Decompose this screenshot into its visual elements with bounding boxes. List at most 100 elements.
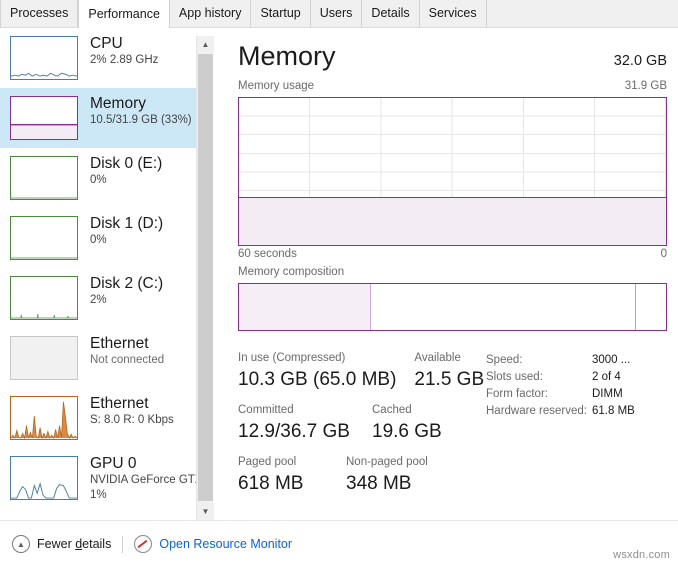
sidebar-item-disk0[interactable]: Disk 0 (E:) 0% (0, 148, 196, 208)
stat-cached-value: 19.6 GB (372, 421, 442, 442)
stat-non-paged-pool: Non-paged pool 348 MB (346, 454, 428, 497)
tab-users[interactable]: Users (310, 0, 363, 27)
disk1-sparkline-icon (10, 216, 78, 260)
sidebar-title-cpu: CPU (90, 35, 123, 52)
tab-processes[interactable]: Processes (0, 0, 79, 27)
stat-available-value: 21.5 GB (414, 369, 485, 390)
memory-usage-header: Memory usage 31.9 GB (238, 80, 667, 92)
footer-bar: ▲ Fewer details Open Resource Monitor ws… (0, 520, 678, 567)
open-resource-monitor-button[interactable]: Open Resource Monitor (134, 535, 292, 553)
tab-bar: Processes Performance App history Startu… (0, 0, 678, 28)
resource-monitor-icon (134, 535, 153, 553)
stat-committed: Committed 12.9/36.7 GB (238, 402, 354, 445)
stat-hardware-reserved-label: Hardware reserved: (486, 405, 587, 417)
stat-in-use-value: 10.3 GB (65.0 MB) (238, 369, 397, 390)
stat-form-factor: Form factor: DIMM (486, 386, 676, 403)
stat-in-use-label: In use (Compressed) (238, 352, 346, 364)
stat-speed: Speed: 3000 ... (486, 352, 676, 369)
page-title: Memory (238, 41, 336, 71)
sidebar-item-cpu[interactable]: CPU 2% 2.89 GHz (0, 28, 196, 88)
fewer-details-label: Fewer details (37, 537, 111, 551)
disk0-sparkline-icon (10, 156, 78, 200)
stats-row-1: In use (Compressed) 10.3 GB (65.0 MB) Av… (238, 350, 494, 393)
resource-sidebar[interactable]: CPU 2% 2.89 GHz Memory 10.5/31.9 GB (33%… (0, 28, 196, 520)
stat-committed-label: Committed (238, 404, 294, 416)
stat-slots-used-value: 2 of 4 (592, 371, 621, 383)
sidebar-title-gpu0: GPU 0 (90, 455, 137, 472)
sidebar-sub-gpu0-model: NVIDIA GeForce GTX (90, 474, 196, 486)
graph-axis-labels: 60 seconds 0 (238, 248, 667, 260)
cpu-sparkline-icon (10, 36, 78, 80)
composition-segment-in-use[interactable] (239, 284, 372, 330)
sidebar-sub-gpu0-usage: 1% (90, 489, 107, 501)
memory-header: Memory 32.0 GB (238, 40, 667, 72)
memory-usage-label: Memory usage (238, 80, 315, 92)
ethernet-disconnected-icon (10, 336, 78, 380)
stat-paged-pool-value: 618 MB (238, 473, 304, 494)
tab-app-history[interactable]: App history (169, 0, 252, 27)
tab-startup[interactable]: Startup (251, 0, 311, 27)
sidebar-scrollbar[interactable]: ▲ ▼ (196, 36, 214, 520)
sidebar-item-ethernet-disconnected[interactable]: Ethernet Not connected (0, 328, 196, 388)
memory-detail-pane: Memory 32.0 GB Memory usage 31.9 GB 60 s… (214, 28, 678, 520)
scrollbar-thumb[interactable] (198, 54, 213, 501)
sidebar-item-disk1[interactable]: Disk 1 (D:) 0% (0, 208, 196, 268)
sidebar-text-ethernet-disconnected: Ethernet Not connected (90, 332, 164, 368)
tab-services[interactable]: Services (419, 0, 487, 27)
tab-performance[interactable]: Performance (78, 0, 170, 28)
sidebar-sub-disk2: 2% (90, 294, 107, 306)
sidebar-text-disk0: Disk 0 (E:) 0% (90, 152, 162, 188)
sidebar-sub-disk0: 0% (90, 174, 107, 186)
stat-slots-used-label: Slots used: (486, 371, 543, 383)
stat-non-paged-pool-label: Non-paged pool (346, 456, 428, 468)
open-resource-monitor-label[interactable]: Open Resource Monitor (159, 537, 292, 551)
sidebar-item-ethernet[interactable]: Ethernet S: 8.0 R: 0 Kbps (0, 388, 196, 448)
stat-paged-pool: Paged pool 618 MB (238, 454, 328, 497)
memory-usage-graph[interactable] (238, 97, 667, 246)
total-memory-label: 32.0 GB (613, 53, 667, 69)
memory-usage-max: 31.9 GB (624, 80, 667, 92)
sidebar-title-disk2: Disk 2 (C:) (90, 275, 164, 292)
stat-slots-used: Slots used: 2 of 4 (486, 369, 676, 386)
tab-details[interactable]: Details (362, 0, 420, 27)
sidebar-sub-memory: 10.5/31.9 GB (33%) (90, 114, 192, 126)
sidebar-sub-ethernet: S: 8.0 R: 0 Kbps (90, 414, 174, 426)
watermark: wsxdn.com (613, 549, 670, 561)
sidebar-sub-ethernet-disconnected: Not connected (90, 354, 165, 366)
memory-sparkline-icon (10, 96, 78, 140)
gpu-sparkline-icon (10, 456, 78, 500)
axis-label-right: 0 (660, 248, 667, 260)
sidebar-title-ethernet: Ethernet (90, 395, 149, 412)
fewer-details-post: etails (82, 537, 112, 551)
stat-form-factor-value: DIMM (592, 388, 623, 400)
scroll-up-arrow-icon[interactable]: ▲ (197, 36, 214, 53)
sidebar-item-memory[interactable]: Memory 10.5/31.9 GB (33%) (0, 88, 196, 148)
footer-divider (122, 535, 124, 553)
sidebar-item-disk2[interactable]: Disk 2 (C:) 2% (0, 268, 196, 328)
stat-cached: Cached 19.6 GB (372, 402, 442, 445)
stats-gap-1 (238, 393, 494, 402)
stats-gap-2 (238, 445, 494, 454)
graph-usage-area (239, 196, 666, 245)
memory-composition-label: Memory composition (238, 266, 345, 278)
sidebar-text-ethernet: Ethernet S: 8.0 R: 0 Kbps (90, 392, 174, 428)
stat-paged-pool-label: Paged pool (238, 456, 297, 468)
fewer-details-button[interactable]: ▲ Fewer details (12, 535, 111, 553)
stat-form-factor-label: Form factor: (486, 388, 548, 400)
composition-segment-modified[interactable] (371, 284, 637, 330)
composition-segment-free[interactable] (636, 284, 666, 330)
sidebar-text-disk2: Disk 2 (C:) 2% (90, 272, 163, 308)
stat-in-use: In use (Compressed) 10.3 GB (65.0 MB) (238, 350, 396, 393)
stat-available: Available 21.5 GB (414, 350, 484, 393)
stats-row-2: Committed 12.9/36.7 GB Cached 19.6 GB (238, 402, 494, 445)
stat-committed-value: 12.9/36.7 GB (238, 421, 350, 442)
memory-stats-left: In use (Compressed) 10.3 GB (65.0 MB) Av… (238, 350, 494, 497)
stat-speed-label: Speed: (486, 354, 523, 366)
memory-composition-bar[interactable] (238, 283, 667, 331)
task-manager-window: Processes Performance App history Startu… (0, 0, 678, 567)
sidebar-text-disk1: Disk 1 (D:) 0% (90, 212, 163, 248)
sidebar-item-gpu0[interactable]: GPU 0 NVIDIA GeForce GTX 1% (0, 448, 196, 508)
scroll-down-arrow-icon[interactable]: ▼ (197, 503, 214, 520)
chevron-up-icon: ▲ (12, 535, 30, 553)
stat-cached-label: Cached (372, 404, 412, 416)
